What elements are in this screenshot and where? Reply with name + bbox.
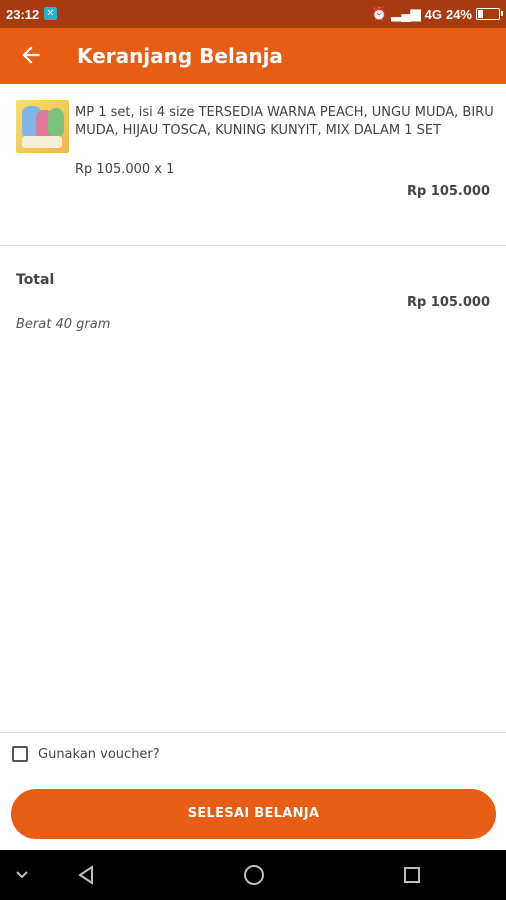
app-notification-icon: ✕ xyxy=(44,7,57,20)
voucher-row[interactable]: Gunakan voucher? xyxy=(12,746,160,762)
total-label: Total xyxy=(16,272,55,288)
product-price-qty: Rp 105.000 x 1 xyxy=(75,162,175,177)
battery-icon xyxy=(476,8,503,20)
chevron-down-icon[interactable] xyxy=(14,869,30,881)
back-triangle-icon[interactable] xyxy=(75,864,97,886)
divider xyxy=(0,732,506,733)
divider xyxy=(0,245,506,246)
android-nav-bar xyxy=(0,850,506,900)
app-bar: Keranjang Belanja xyxy=(0,28,506,84)
arrow-back-icon[interactable] xyxy=(18,42,44,68)
product-thumbnail[interactable] xyxy=(16,100,69,153)
status-time: 23:12 xyxy=(6,7,40,22)
weight-text: Berat 40 gram xyxy=(16,317,111,332)
network-type: 4G xyxy=(424,6,442,22)
alarm-icon: ⏰ xyxy=(371,6,388,21)
voucher-label[interactable]: Gunakan voucher? xyxy=(38,747,160,762)
battery-percent: 24% xyxy=(445,6,472,22)
product-subtotal: Rp 105.000 xyxy=(406,184,490,199)
voucher-checkbox[interactable] xyxy=(12,746,28,762)
recents-square-icon[interactable] xyxy=(402,865,422,885)
product-description: MP 1 set, isi 4 size TERSEDIA WARNA PEAC… xyxy=(75,105,494,138)
status-right: ⏰ ▂▄▆ 4G 24% xyxy=(371,6,503,22)
home-circle-icon[interactable] xyxy=(242,863,266,887)
signal-icon: ▂▄▆ xyxy=(391,6,421,21)
status-bar: 23:12 ✕ ⏰ ▂▄▆ 4G 24% xyxy=(0,0,506,28)
page-title: Keranjang Belanja xyxy=(77,44,283,68)
total-value: Rp 105.000 xyxy=(406,295,490,310)
finish-shopping-button[interactable]: SELESAI BELANJA xyxy=(11,789,496,839)
